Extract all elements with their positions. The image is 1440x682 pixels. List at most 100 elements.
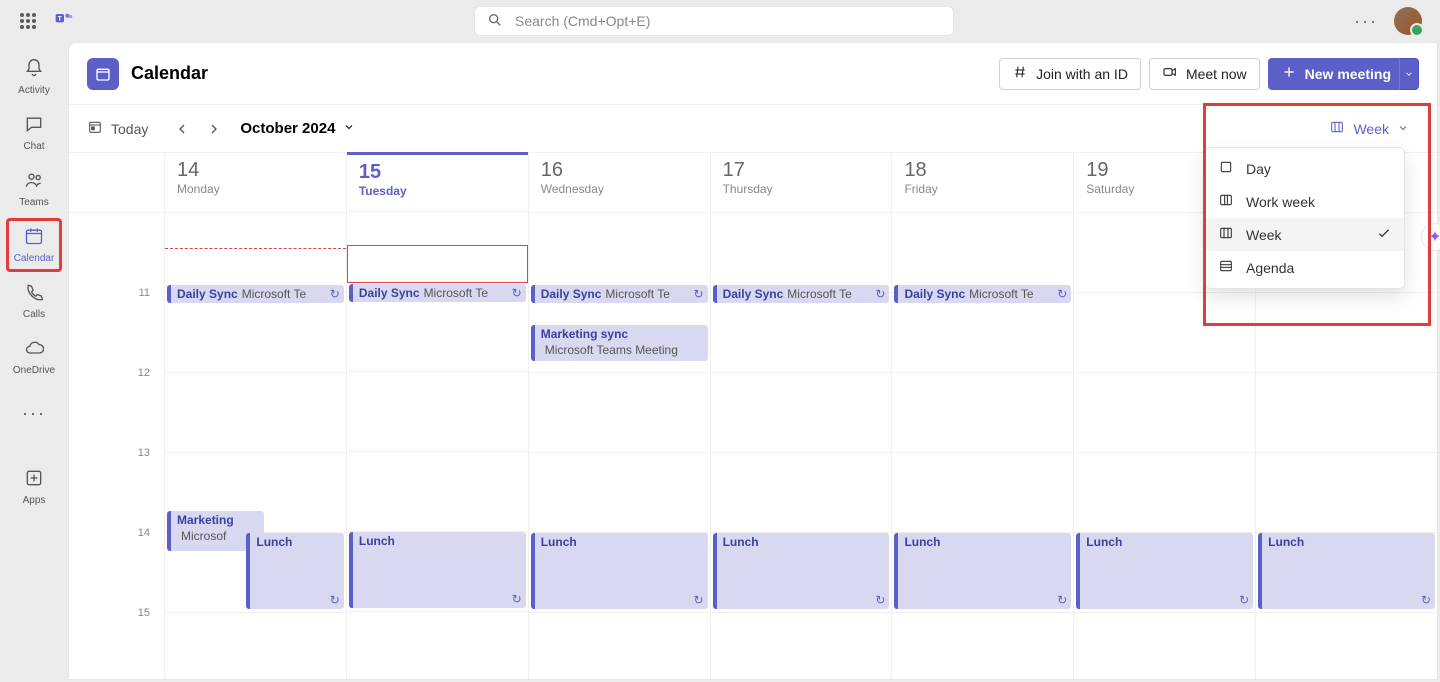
- rail-activity[interactable]: Activity: [6, 50, 62, 104]
- rail-onedrive[interactable]: OneDrive: [6, 330, 62, 384]
- month-picker[interactable]: October 2024: [240, 120, 355, 137]
- agenda-icon: [1218, 258, 1234, 277]
- bell-icon: [24, 58, 44, 83]
- event-daily-sync[interactable]: ↻Daily SyncMicrosoft Te: [713, 285, 890, 303]
- apps-icon: [24, 468, 44, 493]
- sparkle-icon: ✦: [1428, 227, 1440, 247]
- prev-week-button[interactable]: [166, 113, 198, 145]
- meet-now-button[interactable]: Meet now: [1149, 58, 1260, 90]
- teams-logo-icon: T: [54, 9, 74, 34]
- day-header[interactable]: 16 Wednesday: [529, 153, 710, 213]
- rail-chat[interactable]: Chat: [6, 106, 62, 160]
- ellipsis-icon: ···: [22, 403, 46, 424]
- day-col-tuesday: 15 Tuesday ↻Daily SyncMicrosoft Te Lunch…: [347, 153, 529, 679]
- event-daily-sync[interactable]: ↻Daily SyncMicrosoft Te: [894, 285, 1071, 303]
- day-body[interactable]: ↻Daily SyncMicrosoft Te Lunch↻: [347, 212, 528, 682]
- chevron-down-icon: [1397, 121, 1409, 137]
- svg-text:T: T: [58, 15, 62, 22]
- day-col-wednesday: 16 Wednesday ↻Daily SyncMicrosoft Te Mar…: [529, 153, 711, 679]
- time-label: 11: [139, 287, 150, 299]
- recurring-icon: ↻: [330, 593, 340, 607]
- event-daily-sync[interactable]: ↻Daily SyncMicrosoft Te: [531, 285, 708, 303]
- current-time-slot: [347, 245, 528, 283]
- event-lunch[interactable]: Lunch↻: [246, 533, 343, 609]
- titlebar: T Search (Cmd+Opt+E) ···: [0, 0, 1440, 42]
- rail-calendar[interactable]: Calendar: [6, 218, 62, 272]
- app-rail: Activity Chat Teams Calendar Calls OneDr…: [0, 42, 68, 682]
- event-lunch[interactable]: Lunch↻: [1258, 533, 1435, 609]
- view-option-day[interactable]: Day: [1206, 152, 1404, 185]
- recurring-icon: ↻: [875, 593, 885, 607]
- event-daily-sync[interactable]: ↻Daily SyncMicrosoft Te: [167, 285, 344, 303]
- recurring-icon: ↻: [1421, 593, 1431, 607]
- join-with-id-button[interactable]: Join with an ID: [999, 58, 1141, 90]
- week-view-icon: [1329, 119, 1345, 138]
- event-lunch[interactable]: Lunch↻: [713, 533, 890, 609]
- day-view-icon: [1218, 159, 1234, 178]
- day-header[interactable]: 14 Monday: [165, 153, 346, 213]
- rail-apps[interactable]: Apps: [6, 460, 62, 514]
- user-avatar[interactable]: [1394, 7, 1422, 35]
- search-placeholder: Search (Cmd+Opt+E): [515, 13, 650, 29]
- view-picker[interactable]: Week: [1319, 113, 1419, 144]
- app-launcher-button[interactable]: [8, 13, 48, 29]
- view-dropdown: Day Work week Week Agenda: [1205, 147, 1405, 289]
- day-col-monday: 14 Monday ↻Daily SyncMicrosoft Te Market…: [165, 153, 347, 679]
- view-option-work-week[interactable]: Work week: [1206, 185, 1404, 218]
- event-lunch[interactable]: Lunch↻: [894, 533, 1071, 609]
- next-week-button[interactable]: [198, 113, 230, 145]
- recurring-icon: ↻: [694, 593, 704, 607]
- recurring-icon: ↻: [875, 287, 885, 301]
- rail-teams[interactable]: Teams: [6, 162, 62, 216]
- day-col-thursday: 17 Thursday ↻Daily SyncMicrosoft Te Lunc…: [711, 153, 893, 679]
- main-panel: Calendar Join with an ID Meet now New me…: [68, 42, 1438, 680]
- time-gutter: 11 12 13 14 15: [69, 153, 165, 679]
- new-meeting-dropdown[interactable]: [1399, 58, 1419, 90]
- recurring-icon: ↻: [512, 286, 522, 300]
- search-icon: [487, 12, 503, 31]
- hash-icon: [1012, 64, 1028, 83]
- day-body[interactable]: ↻Daily SyncMicrosoft Te Lunch↻: [892, 213, 1073, 682]
- week-view-icon: [1218, 225, 1234, 244]
- recurring-icon: ↻: [1239, 593, 1249, 607]
- calendar-today-icon: [87, 119, 103, 138]
- day-body[interactable]: ↻Daily SyncMicrosoft Te Lunch↻: [711, 213, 892, 682]
- page-header: Calendar Join with an ID Meet now New me…: [69, 43, 1437, 105]
- day-body[interactable]: ↻Daily SyncMicrosoft Te MarketingMicroso…: [165, 213, 346, 682]
- event-lunch[interactable]: Lunch↻: [1076, 533, 1253, 609]
- phone-icon: [24, 282, 44, 307]
- work-week-icon: [1218, 192, 1234, 211]
- day-header[interactable]: 17 Thursday: [711, 153, 892, 213]
- view-option-week[interactable]: Week: [1206, 218, 1404, 251]
- rail-more[interactable]: ···: [6, 386, 62, 440]
- more-button[interactable]: ···: [1354, 11, 1378, 32]
- recurring-icon: ↻: [512, 592, 522, 606]
- day-header[interactable]: 18 Friday: [892, 153, 1073, 213]
- cloud-icon: [24, 338, 44, 363]
- event-daily-sync[interactable]: ↻Daily SyncMicrosoft Te: [349, 284, 526, 302]
- recurring-icon: ↻: [694, 287, 704, 301]
- new-meeting-button[interactable]: New meeting: [1268, 58, 1404, 90]
- people-icon: [24, 170, 44, 195]
- today-button[interactable]: Today: [87, 119, 148, 138]
- video-icon: [1162, 64, 1178, 83]
- plus-icon: [1281, 64, 1297, 83]
- search-input[interactable]: Search (Cmd+Opt+E): [474, 6, 954, 36]
- time-label: 12: [138, 367, 150, 379]
- page-title: Calendar: [131, 63, 208, 84]
- day-col-friday: 18 Friday ↻Daily SyncMicrosoft Te Lunch↻: [892, 153, 1074, 679]
- recurring-icon: ↻: [1057, 593, 1067, 607]
- view-option-agenda[interactable]: Agenda: [1206, 251, 1404, 284]
- event-lunch[interactable]: Lunch↻: [349, 532, 526, 608]
- event-lunch[interactable]: Lunch↻: [531, 533, 708, 609]
- time-label: 14: [138, 527, 150, 539]
- chat-icon: [24, 114, 44, 139]
- calendar-toolbar: Today October 2024 Week: [69, 105, 1437, 153]
- event-marketing-sync[interactable]: Marketing syncMicrosoft Teams Meeting: [531, 325, 708, 361]
- chevron-down-icon: [343, 120, 355, 137]
- rail-calls[interactable]: Calls: [6, 274, 62, 328]
- day-header[interactable]: 15 Tuesday: [347, 152, 528, 212]
- day-body[interactable]: ↻Daily SyncMicrosoft Te Marketing syncMi…: [529, 213, 710, 682]
- recurring-icon: ↻: [1057, 287, 1067, 301]
- recurring-icon: ↻: [330, 287, 340, 301]
